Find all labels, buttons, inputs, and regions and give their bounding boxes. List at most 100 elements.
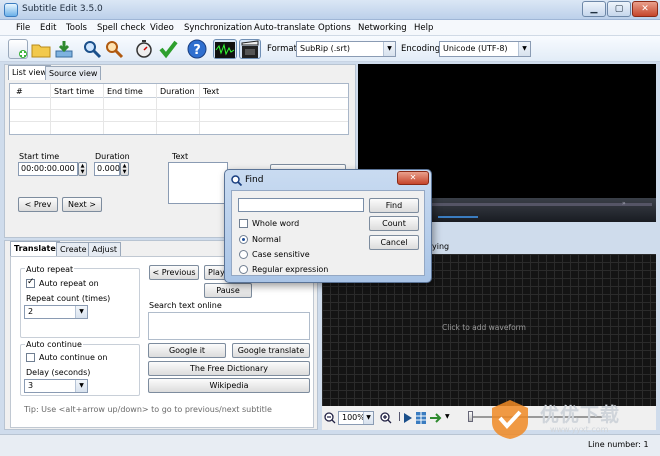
svg-text:?: ? [193,43,201,58]
text-label: Text [172,152,189,161]
column-header-start-time[interactable]: Start time [54,87,94,96]
menu-file[interactable]: File [16,23,30,33]
start-time-field[interactable]: 00:00:00.000 [18,162,78,176]
repeat-count-select[interactable]: 2 ▼ [24,305,88,319]
close-button[interactable]: ✕ [632,1,658,17]
google-it-button[interactable]: Google it [148,343,226,358]
watermark-logo-icon [492,400,528,439]
column-header-duration[interactable]: Duration [160,87,195,96]
grid-icon[interactable] [416,412,426,424]
menu-networking[interactable]: Networking [358,23,407,33]
find-button[interactable]: Find [369,198,419,213]
play-button[interactable]: Play [204,265,226,280]
duration-field[interactable]: 0.000 [94,162,120,176]
play-icon[interactable] [404,413,412,423]
whole-word-checkbox[interactable] [239,219,248,228]
waveform-placeholder: Click to add waveform [442,323,526,332]
subtitle-text-area[interactable] [168,162,228,204]
prev-button[interactable]: < Prev [18,197,58,212]
menu-options[interactable]: Options [318,23,351,33]
next-button[interactable]: Next > [62,197,102,212]
search-text-field[interactable] [148,312,310,340]
app-icon [4,3,18,17]
case-sensitive-radio[interactable] [239,250,248,259]
check-icon: ✓ [27,277,35,287]
tab-translate[interactable]: Translate [10,241,60,256]
duration-label: Duration [95,152,130,161]
menu-synchronization[interactable]: Synchronization [184,23,252,33]
save-button[interactable] [54,39,74,59]
column-header-number[interactable]: # [16,87,23,96]
grid-col-line [156,84,157,134]
menu-video[interactable]: Video [150,23,174,33]
count-button[interactable]: Count [369,216,419,231]
normal-radio[interactable] [239,235,248,244]
pause-button[interactable]: Pause [204,283,252,298]
menu-help[interactable]: Help [414,23,433,33]
tab-create[interactable]: Create [56,242,91,256]
chevron-down-icon[interactable]: ▼ [445,413,450,420]
menu-auto-translate[interactable]: Auto-translate [254,23,315,33]
delay-select[interactable]: 3 ▼ [24,379,88,393]
duration-spinner[interactable]: ▲ ▼ [120,162,129,176]
chevron-down-icon: ▼ [363,412,373,424]
previous-button[interactable]: < Previous [149,265,199,280]
repeat-count-value: 2 [28,307,34,316]
chevron-down-icon: ▼ [75,380,87,392]
menu-tools[interactable]: Tools [66,23,87,33]
column-header-text[interactable]: Text [203,87,219,96]
new-file-button[interactable] [8,39,28,59]
find-dialog-close-button[interactable]: ✕ [397,171,429,185]
find-text-input[interactable] [238,198,364,212]
encoding-select[interactable]: Unicode (UTF-8) ▼ [439,41,531,57]
start-time-spinner[interactable]: ▲ ▼ [78,162,87,176]
waveform-toggle-button[interactable] [213,39,237,59]
google-translate-button[interactable]: Google translate [232,343,310,358]
tab-source-view[interactable]: Source view [45,66,102,80]
help-button[interactable]: ? [187,39,207,59]
menu-bar: File Edit Tools Spell check Video Synchr… [0,20,660,36]
menu-edit[interactable]: Edit [40,23,56,33]
volume-bar[interactable] [438,216,478,218]
minimize-button[interactable]: ▁ [582,1,606,17]
title-bar: Subtitle Edit 3.5.0 ▁ ▢ ✕ [0,0,660,20]
spell-check-button[interactable] [158,39,178,59]
auto-repeat-title: Auto repeat [25,265,75,274]
column-header-end-time[interactable]: End time [107,87,143,96]
help-icon: ? [187,39,207,59]
zoom-select[interactable]: 100% ▼ [338,411,374,425]
zoom-in-icon[interactable] [380,412,392,424]
find-button[interactable] [82,39,102,59]
auto-continue-checkbox[interactable] [26,353,35,362]
find-dialog: Find ✕ Find Count Cancel Whole word Norm… [224,169,432,283]
menu-spell-check[interactable]: Spell check [97,23,145,33]
window-title: Subtitle Edit 3.5.0 [22,4,103,14]
format-label: Format [267,44,297,54]
format-select[interactable]: SubRip (.srt) ▼ [296,41,396,57]
new-file-icon [19,50,27,58]
auto-repeat-checkbox[interactable]: ✓ [26,277,35,288]
tab-adjust[interactable]: Adjust [88,242,122,256]
waveform-header-text: ying [432,242,450,251]
visual-sync-button[interactable] [134,39,154,59]
open-button[interactable] [31,39,51,59]
zoom-out-icon[interactable] [324,412,336,424]
free-dictionary-button[interactable]: The Free Dictionary [148,361,310,376]
cancel-button[interactable]: Cancel [369,235,419,250]
maximize-button[interactable]: ▢ [607,1,631,17]
search-icon [84,41,102,59]
arrow-right-icon[interactable] [430,413,444,423]
video-toggle-button[interactable] [239,39,261,59]
replace-button[interactable] [104,39,124,59]
download-save-icon [55,41,73,58]
regular-expression-radio[interactable] [239,265,248,274]
wikipedia-button[interactable]: Wikipedia [148,378,310,393]
tip-text: Tip: Use <alt+arrow up/down> to go to pr… [24,405,272,414]
position-slider-thumb[interactable] [468,411,473,422]
subtitle-grid[interactable]: # Start time End time Duration Text [9,83,349,135]
checkmark-icon [159,40,178,59]
waveform-icon [215,42,235,58]
maximize-icon: ▢ [614,4,624,14]
video-forward-icon[interactable]: » [622,200,626,207]
grid-header-divider [10,97,348,98]
